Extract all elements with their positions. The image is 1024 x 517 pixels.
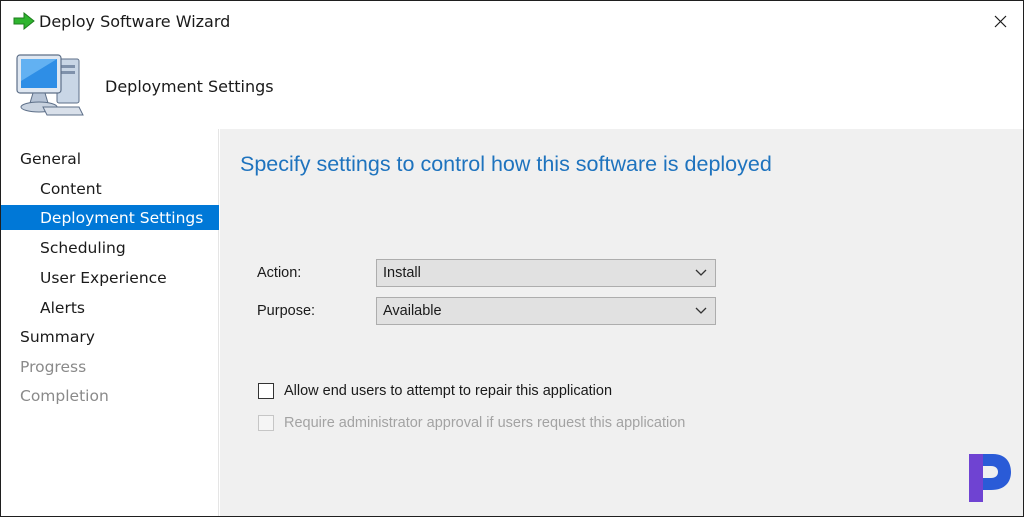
- wizard-header: Deployment Settings: [1, 41, 1023, 129]
- sidebar-item-scheduling[interactable]: Scheduling: [1, 235, 219, 260]
- purpose-value: Available: [383, 303, 442, 319]
- require-approval-checkbox-row: Require administrator approval if users …: [258, 415, 685, 431]
- sidebar-item-label: Progress: [20, 357, 87, 376]
- close-button[interactable]: [977, 1, 1023, 41]
- section-heading: Specify settings to control how this sof…: [240, 152, 772, 176]
- sidebar-item-label: Alerts: [40, 298, 85, 317]
- sidebar-item-user-experience[interactable]: User Experience: [1, 265, 219, 290]
- page-title: Deployment Settings: [105, 77, 274, 96]
- sidebar-item-alerts[interactable]: Alerts: [1, 295, 219, 320]
- sidebar-item-label: General: [20, 149, 82, 168]
- sidebar-item-completion: Completion: [1, 383, 219, 408]
- require-approval-checkbox: [258, 415, 274, 431]
- action-value: Install: [383, 265, 421, 281]
- title-bar: Deploy Software Wizard: [1, 1, 1023, 41]
- purpose-label: Purpose:: [257, 303, 316, 319]
- green-arrow-icon: [13, 12, 35, 30]
- sidebar-item-label: User Experience: [40, 268, 167, 287]
- brand-logo-icon: [963, 450, 1015, 506]
- sidebar-item-label: Completion: [20, 386, 109, 405]
- sidebar-item-summary[interactable]: Summary: [1, 324, 219, 349]
- wizard-steps-sidebar: General Content Deployment Settings Sche…: [1, 129, 219, 516]
- main-pane: Specify settings to control how this sof…: [220, 129, 1023, 516]
- sidebar-item-general[interactable]: General: [1, 146, 219, 171]
- require-approval-label: Require administrator approval if users …: [284, 415, 686, 431]
- purpose-dropdown[interactable]: Available: [376, 297, 716, 325]
- sidebar-item-content[interactable]: Content: [1, 176, 219, 201]
- chevron-down-icon: [695, 307, 707, 314]
- sidebar-item-label: Summary: [20, 327, 95, 346]
- sidebar-item-progress: Progress: [1, 354, 219, 379]
- wizard-window: Deploy Software Wizard Deployment Settin…: [0, 0, 1024, 517]
- sidebar-item-deployment-settings[interactable]: Deployment Settings: [1, 205, 219, 230]
- window-title: Deploy Software Wizard: [39, 12, 231, 31]
- close-icon: [994, 15, 1006, 27]
- action-dropdown[interactable]: Install: [376, 259, 716, 287]
- allow-repair-checkbox-row[interactable]: Allow end users to attempt to repair thi…: [258, 383, 612, 399]
- allow-repair-label: Allow end users to attempt to repair thi…: [284, 383, 613, 399]
- chevron-down-icon: [695, 269, 707, 276]
- sidebar-item-label: Deployment Settings: [40, 208, 204, 227]
- action-label: Action:: [257, 265, 302, 281]
- computer-icon: [16, 54, 84, 116]
- allow-repair-checkbox[interactable]: [258, 383, 274, 399]
- sidebar-item-label: Scheduling: [40, 238, 126, 257]
- sidebar-item-label: Content: [40, 179, 102, 198]
